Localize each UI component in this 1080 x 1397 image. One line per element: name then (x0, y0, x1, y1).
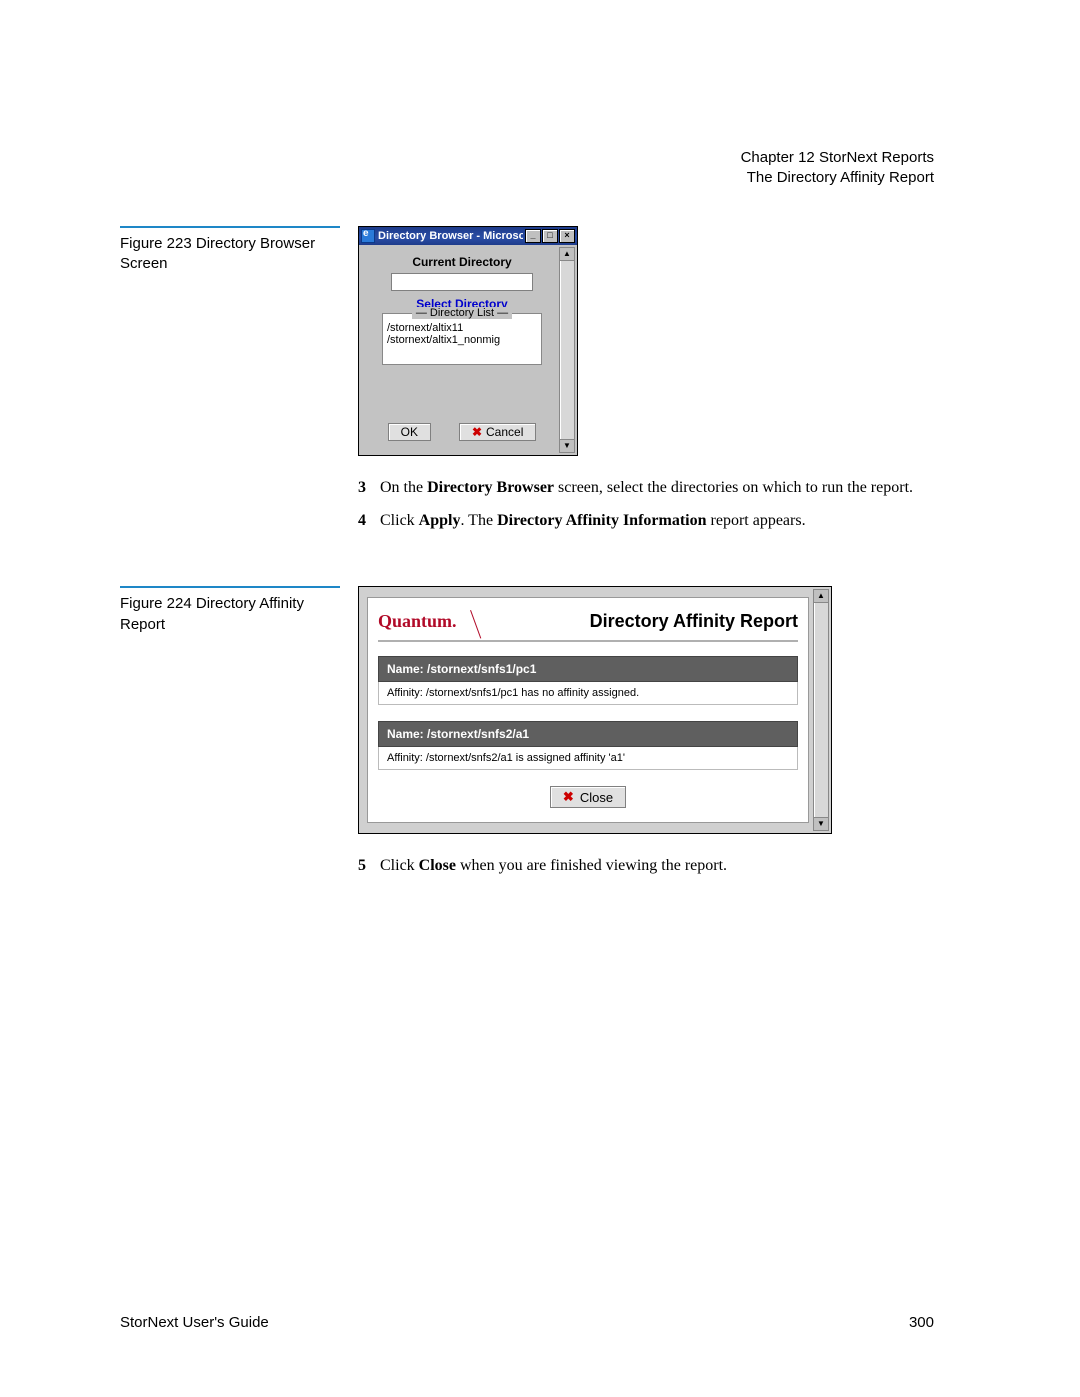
page-number: 300 (909, 1314, 934, 1331)
scrollbar[interactable]: ▲ ▼ (559, 247, 575, 453)
report-header: Quantum. Directory Affinity Report (378, 606, 798, 642)
step-text: Click Apply. The Directory Affinity Info… (380, 509, 806, 532)
scroll-up-icon[interactable]: ▲ (814, 590, 828, 603)
figure-rule (120, 226, 340, 228)
minimize-button[interactable]: _ (525, 229, 541, 243)
entry-name-bar: Name: /stornext/snfs2/a1 (378, 721, 798, 747)
step-list-2: 5 Click Close when you are finished view… (358, 854, 960, 877)
close-window-button[interactable]: × (559, 229, 575, 243)
scroll-up-icon[interactable]: ▲ (560, 248, 574, 261)
step-text: Click Close when you are finished viewin… (380, 854, 727, 877)
report-window: ▲ ▼ Quantum. Directory Affinity Report N… (358, 586, 832, 834)
step-number: 4 (358, 509, 380, 532)
x-icon: ✖ (563, 789, 574, 805)
window-titlebar: Directory Browser - Microsoft Int... _ □… (359, 227, 577, 245)
close-button[interactable]: ✖ Close (550, 786, 626, 808)
brand-slash-icon (471, 610, 501, 632)
current-directory-label: Current Directory (367, 255, 557, 269)
step-text: On the Directory Browser screen, select … (380, 476, 913, 499)
scrollbar[interactable]: ▲ ▼ (813, 589, 829, 831)
window-title: Directory Browser - Microsoft Int... (378, 230, 523, 242)
x-icon: ✖ (472, 425, 482, 439)
directory-list-legend: — Directory List — (412, 307, 512, 319)
entry-name-bar: Name: /stornext/snfs1/pc1 (378, 656, 798, 682)
chapter-header: Chapter 12 StorNext Reports The Director… (741, 148, 934, 189)
entry-detail: Affinity: /stornext/snfs2/a1 is assigned… (378, 747, 798, 770)
cancel-button[interactable]: ✖Cancel (459, 423, 536, 441)
report-title: Directory Affinity Report (590, 611, 798, 632)
maximize-button[interactable]: □ (542, 229, 558, 243)
chapter-line: Chapter 12 StorNext Reports (741, 148, 934, 168)
scroll-down-icon[interactable]: ▼ (560, 439, 574, 452)
figure-rule (120, 586, 340, 588)
step-number: 5 (358, 854, 380, 877)
step-number: 3 (358, 476, 380, 499)
footer-guide: StorNext User's Guide (120, 1314, 269, 1331)
entry-detail: Affinity: /stornext/snfs1/pc1 has no aff… (378, 682, 798, 705)
directory-list-box: — Directory List — /stornext/altix11 /st… (382, 313, 542, 365)
list-item[interactable]: /stornext/altix11 (387, 322, 537, 334)
step-list-1: 3 On the Directory Browser screen, selec… (358, 476, 960, 532)
current-directory-input[interactable] (391, 273, 533, 291)
directory-browser-window: Directory Browser - Microsoft Int... _ □… (358, 226, 578, 456)
section-line: The Directory Affinity Report (741, 168, 934, 188)
brand-logo: Quantum. (378, 611, 457, 632)
ok-button[interactable]: OK (388, 423, 431, 441)
ie-icon (361, 229, 375, 243)
figure1-caption: Figure 223 Directory Browser Screen (120, 234, 340, 275)
list-item[interactable]: /stornext/altix1_nonmig (387, 334, 537, 346)
scroll-down-icon[interactable]: ▼ (814, 817, 828, 830)
figure2-caption: Figure 224 Directory Affinity Report (120, 594, 340, 635)
